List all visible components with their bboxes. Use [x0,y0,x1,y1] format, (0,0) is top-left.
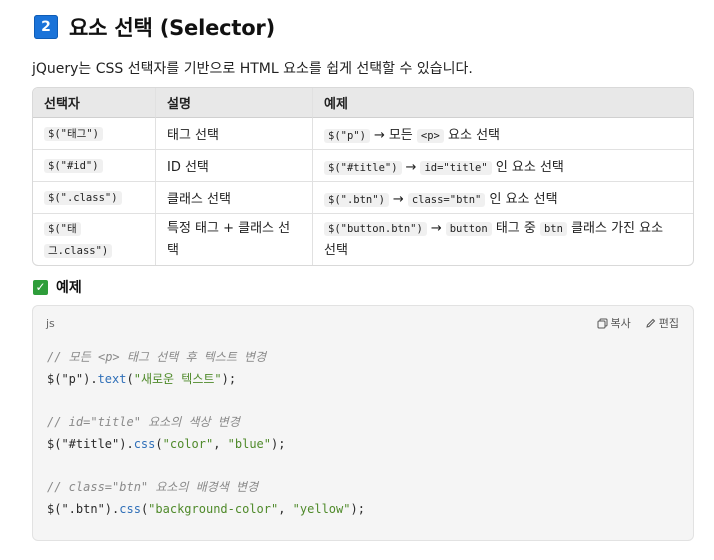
description-cell: 태그 선택 [155,118,312,149]
code-toolbar: 복사 편집 [583,315,679,331]
edit-label: 편집 [658,317,679,330]
example-text: 요소 선택 [448,128,500,143]
copy-label: 복사 [610,317,631,330]
arrow-icon: → [373,128,385,143]
check-box-icon: ✓ [33,279,48,295]
example-code: $("button.btn") [324,221,427,236]
code-punct: ); [350,501,365,516]
table-row: $("태그") 태그 선택 $("p") → 모든 <p> 요소 선택 [33,118,693,149]
example-text: 선택 [324,242,348,258]
code-comment: // class="btn" 요소의 배경색 변경 [47,480,259,495]
code-object: $(".btn"). [47,501,120,516]
code-string: "blue" [227,436,272,451]
selector-code: $("태 [44,221,81,236]
arrow-icon: → [405,160,417,175]
column-header-selector: 선택자 [33,88,155,118]
code-function: css [133,436,156,451]
code-block: js 복사 편집 // 모든 <p> 태그 선택 후 텍스트 변경 $("p")… [32,305,694,541]
code-function: css [119,501,141,516]
code-comment: // 모든 <p> 태그 선택 후 텍스트 변경 [47,350,267,364]
example-code: $(".btn") [324,193,389,207]
code-string: "새로운 텍스트" [133,371,222,386]
example-heading: ✓ 예제 [33,277,82,297]
table-row: $("태 그.class") 특정 태그 + 클래스 선 택 $("button… [33,213,693,265]
description-cell: ID 선택 [155,149,312,181]
pencil-icon [646,318,655,328]
selector-cell: $("태 그.class") [33,213,155,265]
column-header-description: 설명 [155,88,312,118]
code-object: $("p"). [47,371,98,386]
code-punct: , [278,501,293,516]
code-content: // 모든 <p> 태그 선택 후 텍스트 변경 $("p").text("새로… [47,347,365,521]
copy-button[interactable]: 복사 [597,315,631,331]
example-cell: $("p") → 모든 <p> 요소 선택 [312,118,693,149]
selector-cell: $(".class") [33,181,155,213]
selector-code: 그.class") [44,243,113,258]
code-punct: ); [271,436,286,451]
selector-code: $("#id") [44,159,103,173]
description-text: 택 [167,242,179,258]
edit-button[interactable]: 편집 [645,315,679,331]
code-string: "background-color" [148,501,279,516]
example-text: 클래스 가진 요소 [571,220,664,236]
code-language-label: js [46,317,55,330]
example-code: class="btn" [407,193,486,207]
code-punct: , [213,436,228,451]
selector-table: 선택자 설명 예제 $("태그") 태그 선택 $("p") → 모든 <p> 요소… [32,87,694,266]
code-string: "color" [162,436,214,451]
code-comment: // id="title" 요소의 색상 변경 [47,415,240,430]
section-number-badge: 2 [34,15,58,39]
example-code: id="title" [420,161,492,175]
intro-text: jQuery는 CSS 선택자를 기반으로 HTML 요소를 쉽게 선택할 수 … [32,61,473,77]
arrow-icon: → [392,192,404,207]
example-heading-label: 예제 [56,280,82,296]
description-cell: 클래스 선택 [155,181,312,213]
copy-icon [597,318,607,328]
arrow-icon: → [430,220,442,236]
example-code: $("p") [324,129,370,143]
example-code: button [445,221,492,236]
example-text: 모든 [388,128,413,143]
selector-code: $("태그") [44,127,103,141]
selector-cell: $("#id") [33,149,155,181]
table-header-row: 선택자 설명 예제 [33,88,693,118]
section-heading: 2 요소 선택 (Selector) [34,12,275,42]
table-row: $("#id") ID 선택 $("#title") → id="title" 인 … [33,149,693,181]
example-cell: $("button.btn") → button 태그 중 btn 클래스 가진 요… [312,213,693,265]
column-header-example: 예제 [312,88,693,118]
example-text: 인 요소 선택 [489,192,558,207]
example-text: 인 요소 선택 [495,160,564,175]
example-code: btn [539,221,567,236]
code-string: "yellow" [292,501,351,516]
code-punct: ( [155,436,163,451]
selector-code: $(".class") [44,191,122,205]
code-punct: ); [221,371,237,386]
table-row: $(".class") 클래스 선택 $(".btn") → class="btn"… [33,181,693,213]
example-cell: $("#title") → id="title" 인 요소 선택 [312,149,693,181]
example-code: $("#title") [324,161,402,175]
description-text: 특정 태그 + 클래스 선 [167,220,291,236]
example-cell: $(".btn") → class="btn" 인 요소 선택 [312,181,693,213]
example-code: <p> [416,129,444,143]
code-object: $("#title"). [47,436,134,451]
section-title: 요소 선택 (Selector) [69,16,275,40]
code-punct: ( [126,371,134,386]
selector-cell: $("태그") [33,118,155,149]
example-text: 태그 중 [495,220,536,236]
code-function: text [97,371,127,386]
description-cell: 특정 태그 + 클래스 선 택 [155,213,312,265]
